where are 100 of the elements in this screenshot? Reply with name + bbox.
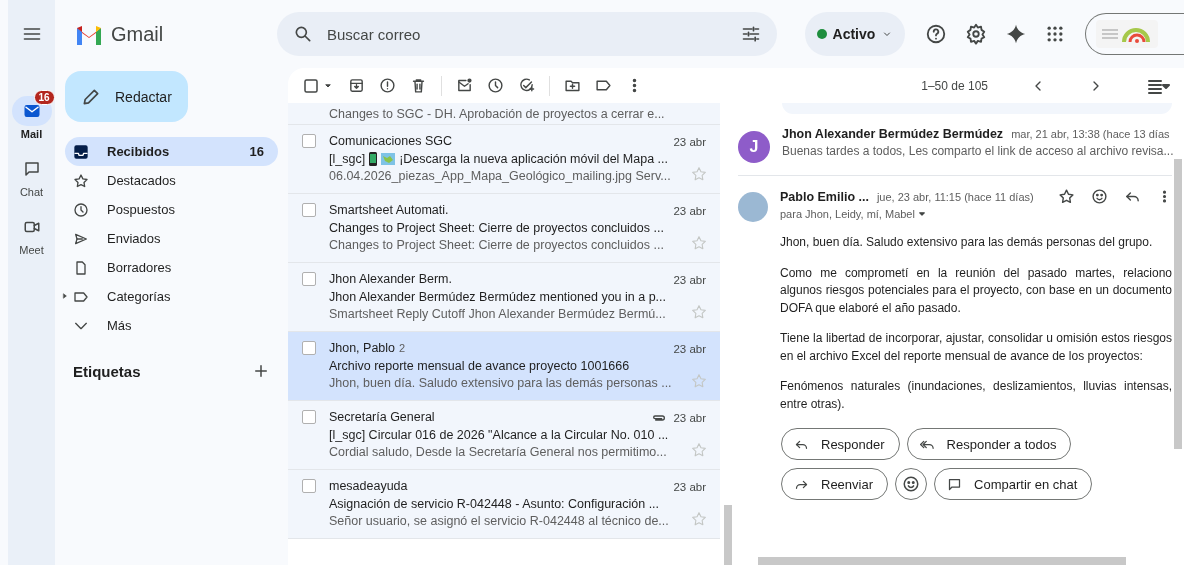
nav-item[interactable]: Recibidos 16 (65, 137, 278, 166)
message-sender: Pablo Emilio ... (780, 189, 869, 204)
star-button[interactable] (692, 236, 706, 250)
settings-icon (965, 23, 988, 45)
chat-bubble-icon (947, 476, 963, 492)
status-button[interactable]: Activo (804, 12, 906, 56)
email-row[interactable]: Comunicaciones SGC [l_sgc] ¡Descarga la nueva aplicación móvil del Mapa ... 06.04.2026_piezas_App_Mapa_Geológico_mailing.jpg Serv... 23 abr (288, 125, 720, 194)
rail-label: Mail (20, 128, 43, 140)
email-date: 23 abr (673, 135, 706, 148)
row-checkbox[interactable] (302, 341, 316, 355)
star-icon[interactable] (1058, 188, 1075, 205)
smiley-icon (902, 475, 921, 493)
archive-icon[interactable] (348, 77, 365, 94)
nav-item[interactable]: Pospuestos (65, 195, 278, 224)
inbox-icon (73, 143, 89, 160)
email-sender: Comunicaciones SGC (329, 133, 452, 150)
message-paragraph: Jhon, buen día. Saludo extensivo para las demás personas del grupo. (780, 234, 1154, 251)
message-paragraph: Fenómenos naturales (inundaciones, deslizamientos, lluvias intensas, entre otras). (780, 378, 1172, 413)
filter-sliders-icon[interactable] (740, 24, 761, 44)
rail-label: Chat (19, 186, 44, 198)
chat-icon (22, 160, 41, 178)
unread-badge: 16 (33, 90, 55, 105)
action-button[interactable]: Reenviar (781, 468, 889, 500)
action-button[interactable]: Compartir en chat (934, 468, 1093, 500)
star-icon (73, 172, 89, 189)
nav-item[interactable]: Enviados (65, 224, 278, 253)
nav-item[interactable]: Borradores (65, 253, 278, 282)
email-row[interactable]: Smartsheet Automati. Changes to Project Sheet: Cierre de proyectos concluidos ... Changes to Project Sheet: Cierre de proyectos concluidos ... 23 abr (288, 194, 720, 263)
message-sender: Jhon Alexander Bermúdez Bermúdez (782, 127, 1004, 141)
star-button[interactable] (692, 374, 706, 388)
action-button[interactable]: Responder (781, 428, 900, 460)
star-button[interactable] (692, 443, 706, 457)
search-field[interactable]: Buscar correo (277, 12, 777, 56)
message-date: jue, 23 abr, 11:15 (hace 11 días) (876, 190, 1034, 203)
spam-icon[interactable] (379, 77, 396, 94)
nav-item[interactable]: Más (65, 311, 278, 340)
message-snippet: Buenas tardes a todos, Les comparto el link de acceso al archivo revisa... (782, 144, 1172, 158)
star-button[interactable] (692, 305, 706, 319)
email-subject: [l_sgc] Circular 016 de 2026 "Alcance a la Circular No. 010 ... (329, 426, 669, 444)
file-icon (73, 259, 89, 276)
email-sender: mesadeayuda (329, 478, 408, 495)
gmail-logo-icon (75, 23, 103, 45)
email-date: 23 abr (673, 480, 706, 493)
email-subject: Changes to Project Sheet: Cierre de proyectos concluidos ... (329, 219, 664, 237)
message-date: mar, 21 abr, 13:38 (hace 13 días (1011, 128, 1170, 140)
page-range: 1–50 de 105 (921, 78, 988, 93)
email-subject: Archivo reporte mensual de avance proyecto 1001666 (329, 357, 630, 375)
email-snippet: Cordial saludo, Desde la Secretaría General nos permitimo... (329, 444, 667, 461)
email-subject: Jhon Alexander Bermúdez Bermúdez mentioned you in a p... (329, 288, 666, 306)
row-checkbox[interactable] (302, 410, 316, 424)
scrollbar-thumb[interactable] (1174, 159, 1182, 449)
scrollbar-thumb[interactable] (724, 505, 732, 565)
delete-icon[interactable] (410, 77, 427, 94)
nav-item[interactable]: Destacados (65, 166, 278, 195)
map-icon (381, 153, 396, 166)
app-name: Gmail (111, 22, 164, 46)
nav-item[interactable]: Categorías (65, 282, 278, 311)
email-snippet: Jhon, buen día. Saludo extensivo para las demás personas ... (329, 375, 672, 392)
horizontal-scrollbar-thumb[interactable] (758, 557, 1126, 565)
email-snippet: Señor usuario, se asignó el servicio R-042448 al técnico de... (329, 513, 669, 530)
email-date: 23 abr (673, 273, 706, 286)
add-task-icon[interactable] (518, 77, 535, 94)
email-sender: Secretaría General (329, 409, 435, 426)
subject-tag: [l_sgc] (329, 150, 366, 168)
compose-button[interactable]: Redactar (65, 71, 188, 122)
email-date: 23 abr (673, 204, 706, 217)
email-date: 23 abr (673, 411, 706, 424)
search-icon (293, 24, 313, 44)
action-button[interactable]: Responder a todos (906, 428, 1072, 460)
checkbox-icon[interactable] (302, 76, 320, 95)
email-sender: Smartsheet Automati. (329, 202, 449, 219)
row-checkbox[interactable] (302, 134, 316, 148)
star-button[interactable] (692, 512, 706, 526)
row-checkbox[interactable] (302, 479, 316, 493)
help-button[interactable] (925, 23, 948, 45)
email-date: 23 abr (673, 342, 706, 355)
snooze-icon[interactable] (487, 77, 504, 94)
add-label-icon[interactable] (252, 362, 270, 380)
organization-logo-drawing (1096, 20, 1159, 48)
row-checkbox[interactable] (302, 203, 316, 217)
settings-button[interactable] (965, 23, 988, 45)
message-paragraph: Tiene la libertad de incorporar, ajustar, consolidar u omisión estos riesgos en el archivo Excel del reporte mensual de avance de los proyectos: (780, 330, 1172, 365)
smiley-icon[interactable] (1091, 188, 1108, 205)
emoji-button[interactable] (895, 468, 928, 500)
row-checkbox[interactable] (302, 272, 316, 286)
email-snippet: Changes to SGC - DH. Aprobación de proyectos a cerrar e... (329, 106, 665, 121)
email-row[interactable]: Jhon, Pablo 2 Archivo reporte mensual de avance proyecto 1001666 Jhon, buen día. Saludo extensivo para las demás personas ... 23 abr (288, 332, 720, 401)
mark-unread-icon[interactable] (456, 77, 473, 94)
recipients-dropdown[interactable]: para Jhon, Leidy, mí, Mabel (780, 207, 929, 221)
star-button[interactable] (692, 167, 706, 181)
message-paragraph: Como me comprometí en la reunión del pasado martes, relaciono algunos riesgos potenciales para el proyecto, con base en un documento DOFA que elaboré el año pasado. (780, 264, 1172, 317)
rail-label: Meet (19, 244, 44, 256)
email-snippet: Changes to Project Sheet: Cierre de proyectos concluidos ... (329, 237, 664, 254)
email-subject: Asignación de servicio R-042448 - Asunto: Configuración ... (329, 495, 660, 513)
email-row[interactable]: Secretaría General [l_sgc] Circular 016 de 2026 "Alcance a la Circular No. 010 ... Cordial saludo, Desde la Secretaría General nos permitimo... 23 abr (288, 401, 720, 470)
collapsed-triangle-icon (61, 292, 69, 300)
thread-count: 2 (399, 341, 406, 356)
email-snippet: 06.04.2026_piezas_App_Mapa_Geológico_mailing.jpg Serv... (329, 168, 671, 185)
help-icon (925, 23, 948, 45)
avatar-letter: J (738, 131, 770, 163)
